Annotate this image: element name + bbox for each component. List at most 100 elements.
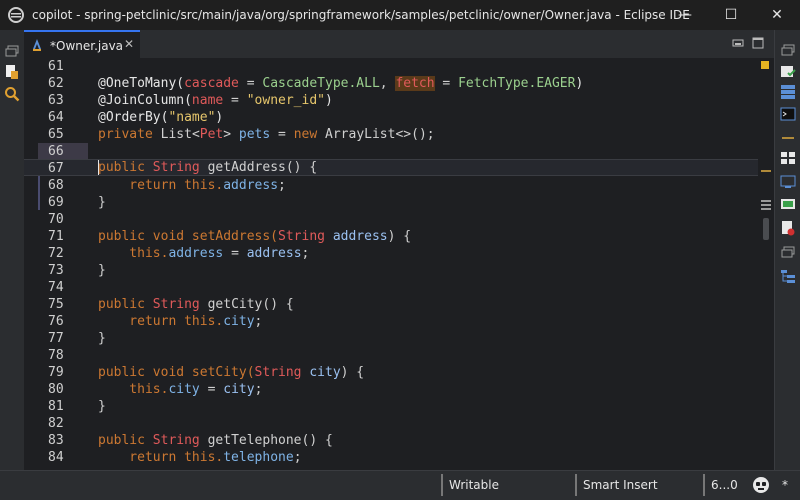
minimize-view-icon[interactable] (732, 38, 744, 48)
line-number: 73 (48, 263, 64, 278)
eclipse-app-icon[interactable] (7, 6, 25, 24)
overview-marker[interactable] (761, 208, 771, 210)
code-text: this.city = city; (98, 382, 263, 397)
editor-tab-bar: *Owner.java ✕ (24, 30, 774, 59)
code-text: public String getCity() { (98, 297, 294, 312)
debug-icon[interactable] (779, 196, 797, 212)
line-number: 75 (48, 297, 64, 312)
code-line: 82 (24, 415, 758, 432)
line-number: 76 (48, 314, 64, 329)
code-text: @OneToMany(cascade = CascadeType.ALL, fe… (98, 76, 584, 91)
code-text: } (98, 195, 106, 210)
code-line: 72 this.address = address; (24, 245, 758, 262)
window-title: copilot - spring-petclinic/src/main/java… (32, 8, 690, 22)
minimize-button[interactable]: — (662, 0, 708, 30)
code-line: 63 @JoinColumn(name = "owner_id") (24, 92, 758, 109)
code-line: 71 public void setAddress(String address… (24, 228, 758, 245)
code-line: 74 (24, 279, 758, 296)
code-text: private List<Pet> pets = new ArrayList<>… (98, 127, 435, 142)
code-line: 76 return this.city; (24, 313, 758, 330)
problems-icon[interactable] (779, 150, 797, 166)
code-text: } (98, 331, 106, 346)
code-text: return this.city; (98, 314, 263, 329)
line-number: 68 (48, 178, 64, 193)
hierarchy-icon[interactable] (779, 268, 797, 284)
overview-marker[interactable] (761, 200, 771, 202)
tab-close-icon[interactable]: ✕ (124, 38, 136, 50)
code-editor[interactable]: 61 62 @OneToMany(cascade = CascadeType.A… (24, 58, 758, 470)
task-list-icon[interactable] (779, 64, 797, 80)
code-line: 70 (24, 211, 758, 228)
status-separator (575, 474, 577, 496)
close-window-button[interactable]: ✕ (754, 0, 800, 30)
overview-marker[interactable] (761, 204, 771, 206)
restore-view-icon[interactable] (779, 42, 797, 58)
line-number: 61 (48, 59, 64, 74)
code-line: 84 return this.telephone; (24, 449, 758, 466)
line-number: 74 (48, 280, 64, 295)
scroll-thumb[interactable] (763, 218, 769, 240)
line-number: 84 (48, 450, 64, 465)
code-line: 78 (24, 347, 758, 364)
code-text: return this.address; (98, 178, 286, 193)
code-line: 77 } (24, 330, 758, 347)
overview-ruler[interactable] (758, 58, 774, 470)
code-line: 68 return this.address; (24, 177, 758, 194)
line-number: 83 (48, 433, 64, 448)
line-number: 80 (48, 382, 64, 397)
insert-mode-status[interactable]: Smart Insert (583, 478, 658, 492)
overview-marker[interactable] (761, 170, 771, 172)
line-number: 81 (48, 399, 64, 414)
tab-label: *Owner.java (50, 39, 124, 53)
code-text: this.address = address; (98, 246, 310, 261)
line-number: 69 (48, 195, 64, 210)
line-number: 70 (48, 212, 64, 227)
copilot-icon[interactable] (752, 476, 770, 494)
java-file-icon (33, 39, 41, 51)
code-line: 69 } (24, 194, 758, 211)
line-number: 63 (48, 93, 64, 108)
warning-summary-icon[interactable] (761, 61, 769, 69)
console-icon[interactable] (779, 106, 797, 122)
code-line: 62 @OneToMany(cascade = CascadeType.ALL,… (24, 75, 758, 92)
maximize-view-icon[interactable] (752, 37, 764, 49)
minimize-icon: — (678, 7, 692, 23)
terminal-icon[interactable] (779, 174, 797, 190)
maximize-icon: ☐ (724, 7, 738, 23)
code-text: } (98, 263, 106, 278)
line-number: 72 (48, 246, 64, 261)
status-bar: Writable Smart Insert 6...0 * (0, 470, 800, 500)
code-text: @JoinColumn(name = "owner_id") (98, 93, 333, 108)
code-line: 75 public String getCity() { (24, 296, 758, 313)
error-log-icon[interactable] (779, 220, 797, 236)
restore-view-icon[interactable] (779, 244, 797, 260)
code-line: 64 @OrderBy("name") (24, 109, 758, 126)
code-text: @OrderBy("name") (98, 110, 224, 125)
status-separator (703, 474, 705, 496)
marker-icon[interactable] (779, 130, 797, 146)
line-number: 65 (48, 127, 64, 142)
line-number: 77 (48, 331, 64, 346)
outline-icon[interactable] (779, 84, 797, 100)
line-number: 82 (48, 416, 64, 431)
package-explorer-icon[interactable] (3, 63, 21, 81)
code-text: return this.telephone; (98, 450, 302, 465)
code-line: 61 (24, 58, 758, 75)
tab-owner-java[interactable]: *Owner.java ✕ (24, 30, 140, 58)
status-separator (441, 474, 443, 496)
code-line: 79 public void setCity(String city) { (24, 364, 758, 381)
line-number: 64 (48, 110, 64, 125)
maximize-button[interactable]: ☐ (708, 0, 754, 30)
code-text: } (98, 399, 106, 414)
left-trim-bar (0, 30, 25, 470)
code-line: 83 public String getTelephone() { (24, 432, 758, 449)
restore-view-icon[interactable] (3, 42, 21, 60)
code-text: public String getAddress() { (98, 160, 318, 175)
line-number: 62 (48, 76, 64, 91)
line-number: 71 (48, 229, 64, 244)
code-text: public void setAddress(String address) { (98, 229, 412, 244)
search-icon[interactable] (3, 85, 21, 103)
code-text: public void setCity(String city) { (98, 365, 365, 380)
close-icon: ✕ (771, 7, 783, 23)
status-extra: * (782, 478, 788, 492)
